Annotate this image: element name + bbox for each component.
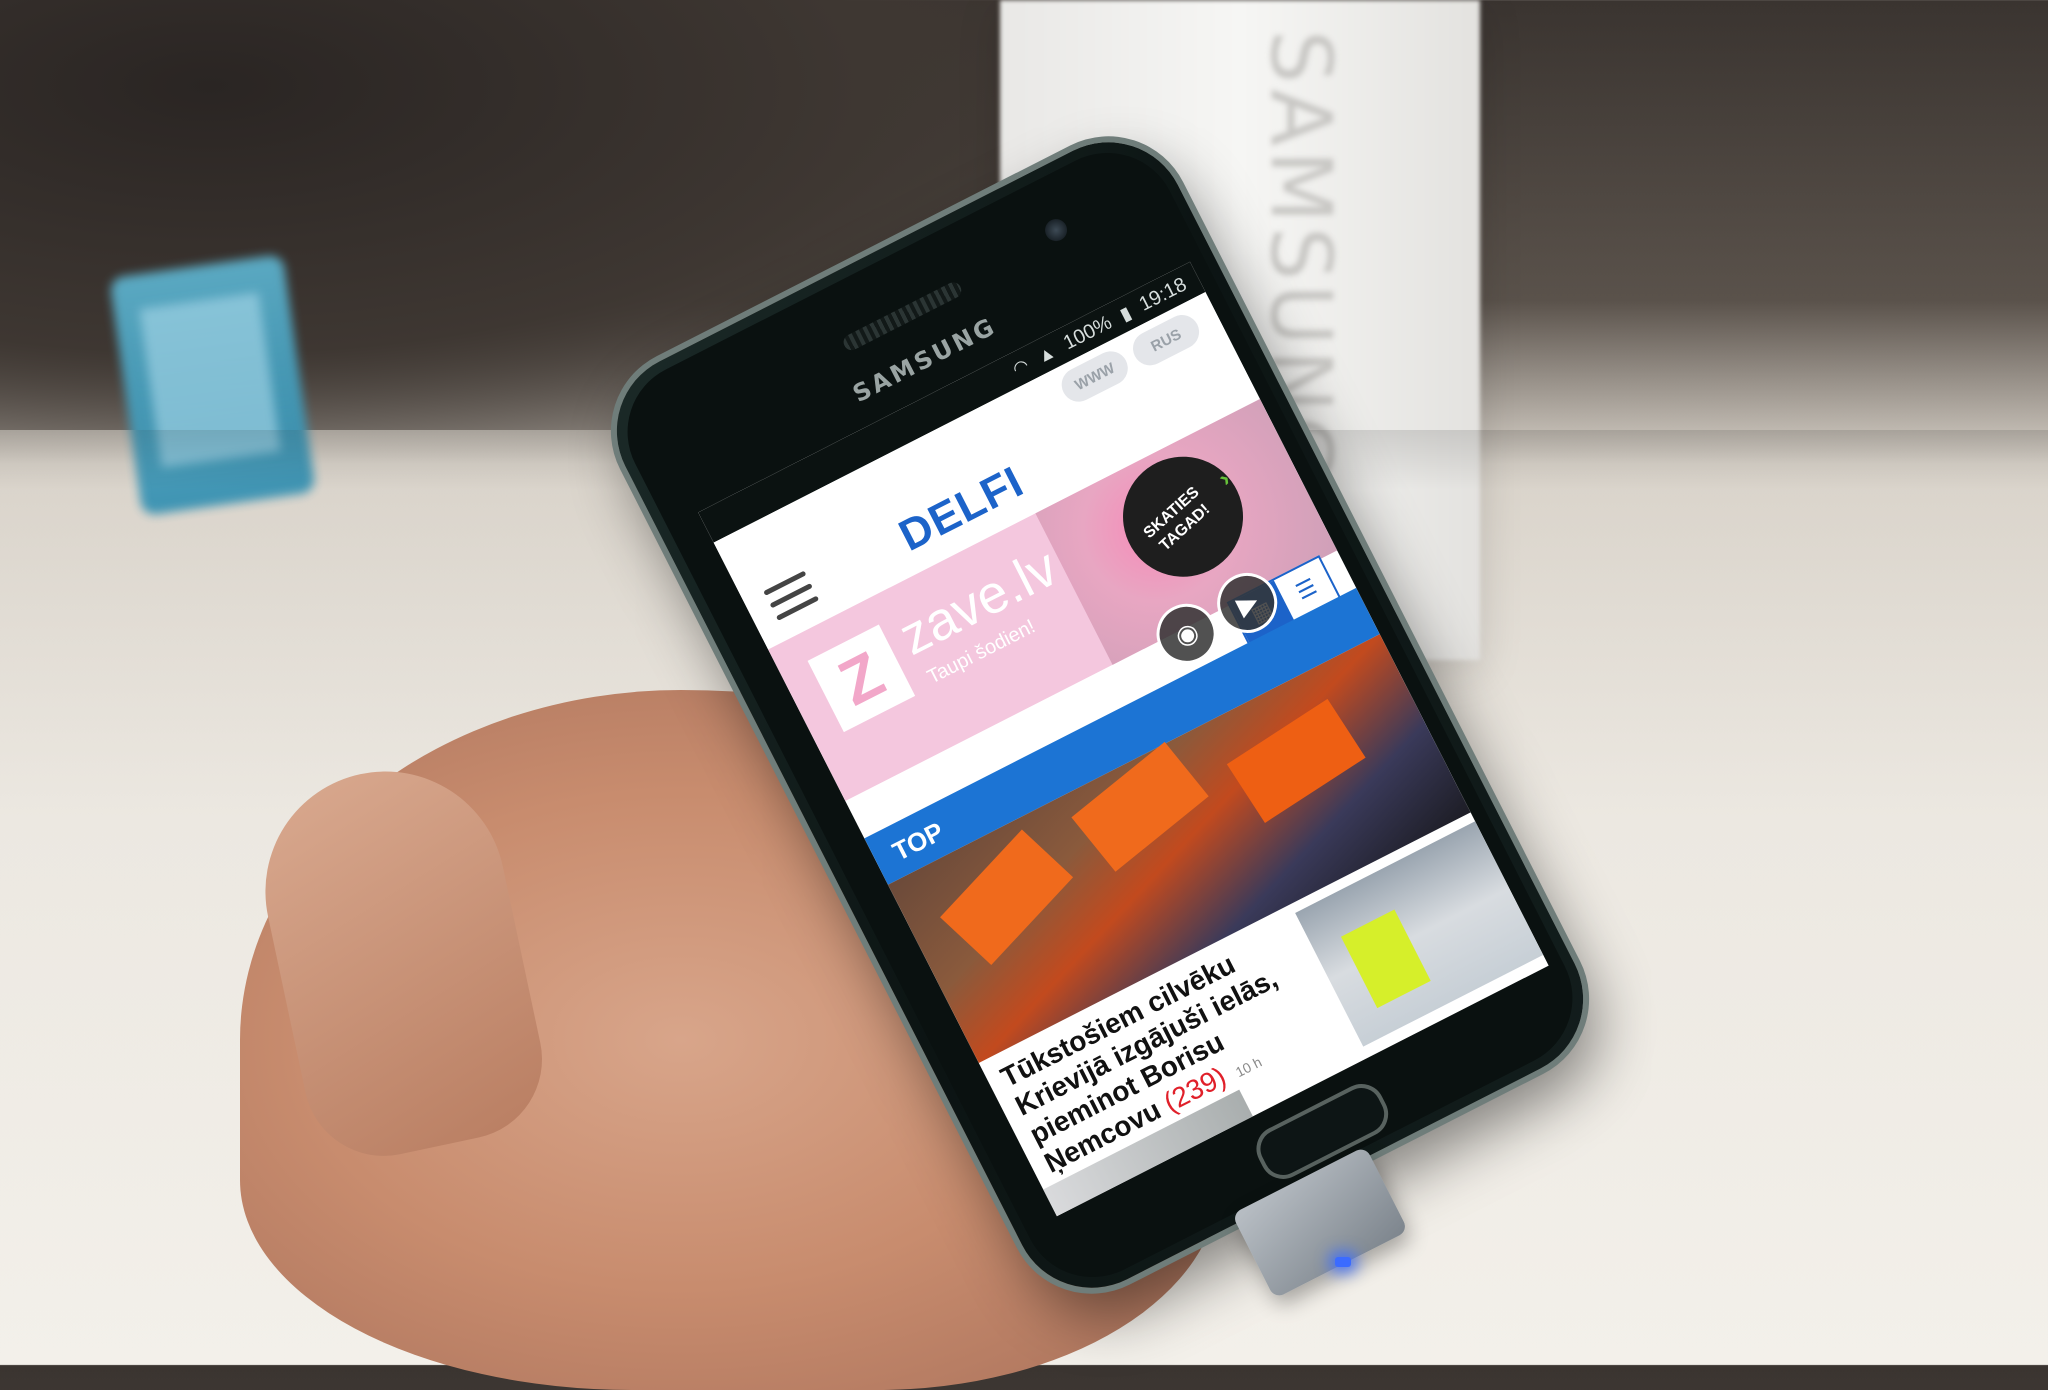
battery-icon: ▮ <box>1116 302 1135 325</box>
article-time: 10 h <box>1232 1053 1265 1081</box>
ad-cta-text: SKATIES TAGAD! <box>1140 483 1214 555</box>
dock-led-indicator <box>1335 1257 1351 1267</box>
hero-flag <box>940 829 1074 966</box>
wifi-icon: ◠ <box>1008 354 1032 380</box>
ad-logo-icon: Z <box>807 624 916 733</box>
hamburger-menu-icon[interactable] <box>763 570 822 628</box>
hero-flag <box>1226 698 1366 823</box>
front-camera <box>1041 215 1071 245</box>
signal-icon: ▲ <box>1033 340 1059 367</box>
